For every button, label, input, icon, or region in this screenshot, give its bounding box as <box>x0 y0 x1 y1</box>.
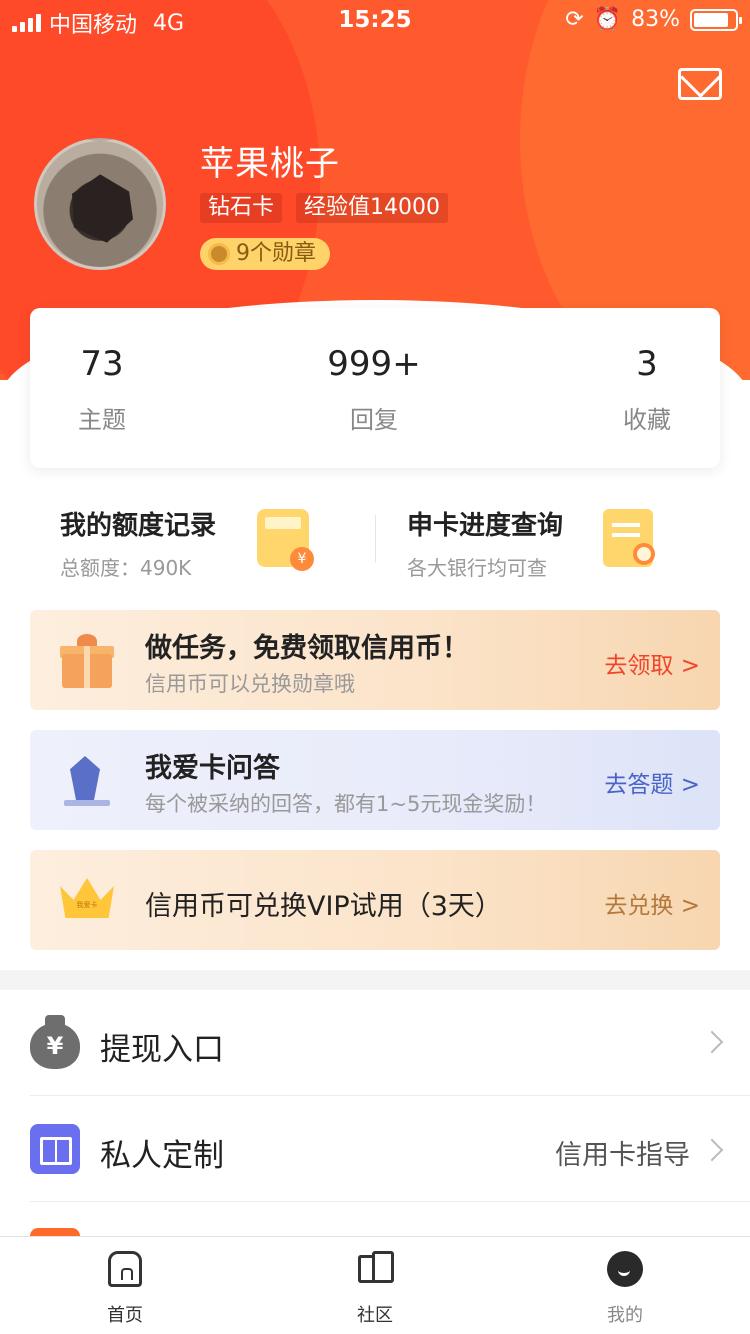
username: 苹果桃子 <box>200 144 340 184</box>
qa-banner-title: 我爱卡问答 <box>145 753 280 784</box>
quota-title: 我的额度记录 <box>60 511 217 541</box>
menu-item-withdraw[interactable]: ¥ 提现入口 <box>0 990 750 1096</box>
section-separator <box>0 970 750 990</box>
crown-label: 我爱卡 <box>76 901 98 909</box>
stat-label: 回复 <box>350 406 398 434</box>
task-banner-title: 做任务，免费领取信用币！ <box>145 633 469 664</box>
profile-badges: 钻石卡 经验值14000 <box>200 193 449 223</box>
gift-icon <box>60 634 114 688</box>
menu-item-custom[interactable]: 私人定制 信用卡指导 <box>0 1096 750 1202</box>
row-divider <box>30 1201 750 1202</box>
home-icon <box>108 1251 142 1287</box>
vip-banner-title: 信用币可兑换VIP试用（3天） <box>145 891 502 922</box>
tab-home[interactable]: 首页 <box>0 1237 250 1334</box>
card-level-badge: 钻石卡 <box>200 193 283 223</box>
calculator-icon: ¥ <box>257 509 314 571</box>
tab-label: 社区 <box>357 1305 393 1326</box>
alarm-icon: ⏰ <box>593 7 622 32</box>
rotation-lock-icon: ⟳ <box>565 7 584 32</box>
stat-favorites[interactable]: 3 收藏 <box>567 344 727 435</box>
medal-icon <box>208 243 230 265</box>
battery-icon <box>690 8 742 31</box>
pen-icon <box>64 750 110 808</box>
stat-value: 999+ <box>327 344 421 384</box>
book-icon <box>30 1124 80 1174</box>
tab-bar: 首页 社区 我的 <box>0 1236 750 1334</box>
stat-label: 收藏 <box>623 406 671 434</box>
tab-label: 我的 <box>607 1305 643 1326</box>
chevron-right-icon <box>700 1030 724 1054</box>
document-search-icon <box>603 509 655 567</box>
money-bag-icon: ¥ <box>30 1015 80 1069</box>
experience-badge: 经验值14000 <box>296 193 449 223</box>
stat-label: 主题 <box>78 406 126 434</box>
stat-topics[interactable]: 73 主题 <box>22 344 182 435</box>
progress-title: 申卡进度查询 <box>407 511 564 541</box>
medal-count: 9个勋章 <box>236 241 316 266</box>
stat-value: 73 <box>80 344 124 384</box>
vip-banner-action[interactable]: 去兑换 > <box>604 886 700 920</box>
quota-subtitle: 总额度：490K <box>60 556 192 580</box>
status-bar: 中国移动 4G 15:25 ⟳ ⏰ 83% <box>0 0 750 40</box>
task-banner[interactable]: 做任务，免费领取信用币！ 信用币可以兑换勋章哦 去领取 > <box>30 610 720 710</box>
battery-percent: 83% <box>631 7 680 32</box>
medal-badge[interactable]: 9个勋章 <box>200 238 330 270</box>
menu-item-detail: 信用卡指导 <box>555 1140 690 1171</box>
mine-icon <box>607 1251 643 1287</box>
stats-card: 73 主题 999+ 回复 3 收藏 <box>30 308 720 468</box>
menu-item-label: 提现入口 <box>100 1032 224 1068</box>
task-banner-subtitle: 信用币可以兑换勋章哦 <box>145 672 355 696</box>
card-progress-link[interactable]: 申卡进度查询 各大银行均可查 <box>407 505 563 581</box>
chevron-right-icon <box>700 1138 724 1162</box>
progress-subtitle: 各大银行均可查 <box>407 556 547 580</box>
crown-icon: 我爱卡 <box>60 878 114 922</box>
qa-banner[interactable]: 我爱卡问答 每个被采纳的回答，都有1~5元现金奖励！ 去答题 > <box>30 730 720 830</box>
community-icon <box>358 1251 394 1287</box>
tab-label: 首页 <box>107 1305 143 1326</box>
quota-record-link[interactable]: 我的额度记录 总额度：490K <box>60 505 216 581</box>
qa-banner-subtitle: 每个被采纳的回答，都有1~5元现金奖励！ <box>145 792 547 816</box>
stat-value: 3 <box>636 344 658 384</box>
task-banner-action[interactable]: 去领取 > <box>604 646 700 680</box>
tab-mine[interactable]: 我的 <box>500 1237 750 1334</box>
stat-replies[interactable]: 999+ 回复 <box>294 344 454 435</box>
tab-community[interactable]: 社区 <box>250 1237 500 1334</box>
quick-divider <box>375 515 376 563</box>
vip-banner[interactable]: 我爱卡 信用币可兑换VIP试用（3天） 去兑换 > <box>30 850 720 950</box>
mail-icon[interactable] <box>678 68 722 100</box>
avatar[interactable] <box>34 138 166 270</box>
qa-banner-action[interactable]: 去答题 > <box>604 765 700 799</box>
menu-item-label: 私人定制 <box>100 1138 224 1174</box>
